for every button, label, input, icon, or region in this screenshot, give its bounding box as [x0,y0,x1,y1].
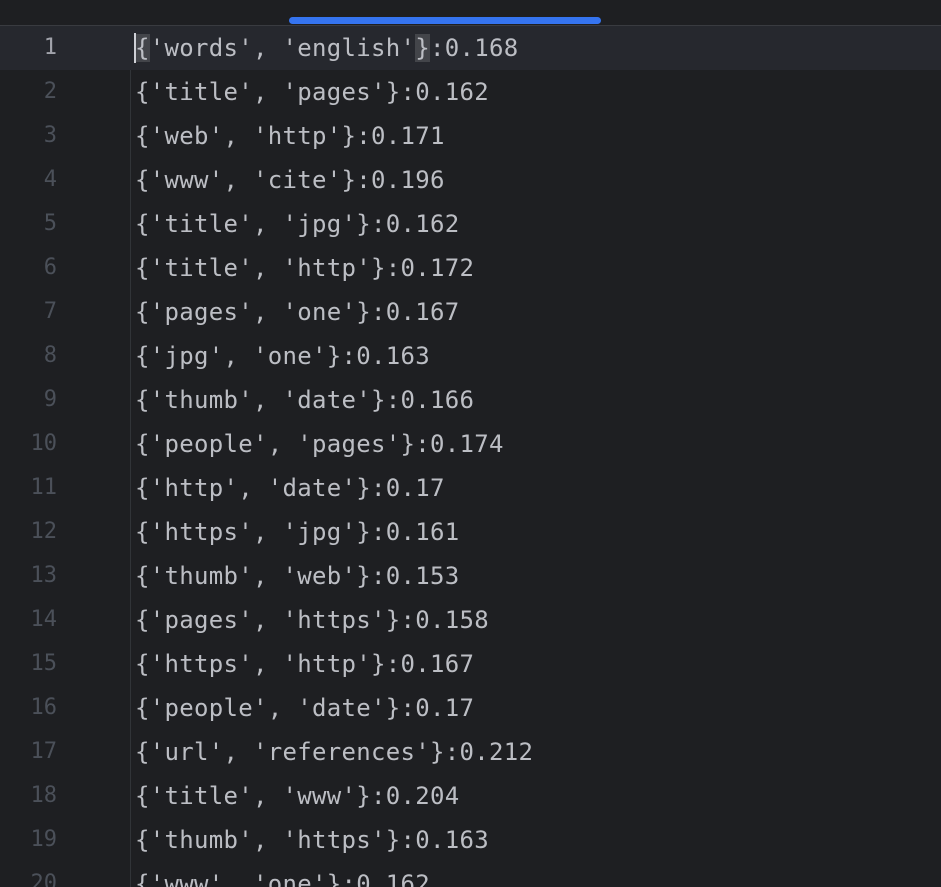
code-line-text[interactable]: {'title', 'www'}:0.204 [135,774,459,818]
code-line-text[interactable]: {'pages', 'one'}:0.167 [135,290,459,334]
line-number: 12 [30,519,58,544]
code-line[interactable]: 19 {'thumb', 'https'}:0.163 [0,818,941,862]
code-line-text[interactable]: {'people', 'date'}:0.17 [135,686,474,730]
code-line[interactable]: 9 {'thumb', 'date'}:0.166 [0,378,941,422]
code-line[interactable]: 5 {'title', 'jpg'}:0.162 [0,202,941,246]
active-tab-indicator[interactable] [289,17,601,24]
code-line[interactable]: 18 {'title', 'www'}:0.204 [0,774,941,818]
line-number: 19 [30,827,58,852]
code-line[interactable]: 12 {'https', 'jpg'}:0.161 [0,510,941,554]
code-line[interactable]: 11 {'http', 'date'}:0.17 [0,466,941,510]
code-line[interactable]: 15 {'https', 'http'}:0.167 [0,642,941,686]
code-editor[interactable]: 1 {'words', 'english'}:0.168 2 {'title', 'p… [0,0,941,887]
code-line-text[interactable]: {'pages', 'https'}:0.158 [135,598,489,642]
line-number: 11 [30,475,58,500]
code-line[interactable]: 16 {'people', 'date'}:0.17 [0,686,941,730]
line-number: 17 [30,739,58,764]
line-number: 9 [43,387,57,412]
line-number: 14 [30,607,58,632]
line-number: 13 [30,563,58,588]
code-line[interactable]: 2 {'title', 'pages'}:0.162 [0,70,941,114]
text-caret [134,33,136,63]
line-number: 5 [43,211,57,236]
code-line[interactable]: 1 {'words', 'english'}:0.168 [0,26,941,70]
code-line-text[interactable]: {'thumb', 'web'}:0.153 [135,554,459,598]
code-line[interactable]: 7 {'pages', 'one'}:0.167 [0,290,941,334]
code-line[interactable]: 10 {'people', 'pages'}:0.174 [0,422,941,466]
line-number: 8 [43,343,57,368]
code-line[interactable]: 14 {'pages', 'https'}:0.158 [0,598,941,642]
code-line-text[interactable]: {'web', 'http'}:0.171 [135,114,445,158]
code-line[interactable]: 13 {'thumb', 'web'}:0.153 [0,554,941,598]
code-line[interactable]: 20 {'www', 'one'}:0.162 [0,862,941,887]
code-line-text[interactable]: {'www', 'one'}:0.162 [135,862,430,887]
line-number: 18 [30,783,58,808]
code-line-text[interactable]: {'https', 'jpg'}:0.161 [135,510,459,554]
line-number: 10 [30,431,58,456]
code-line[interactable]: 4 {'www', 'cite'}:0.196 [0,158,941,202]
code-line-text[interactable]: {'title', 'jpg'}:0.162 [135,202,459,246]
line-number: 20 [30,871,58,887]
line-number: 3 [43,123,57,148]
code-line[interactable]: 3 {'web', 'http'}:0.171 [0,114,941,158]
code-line-text[interactable]: {'https', 'http'}:0.167 [135,642,474,686]
code-line-text[interactable]: {'thumb', 'https'}:0.163 [135,818,489,862]
line-number: 2 [43,79,57,104]
matched-brace: { [135,34,150,62]
code-line-text[interactable]: {'title', 'http'}:0.172 [135,246,474,290]
code-line-text[interactable]: {'www', 'cite'}:0.196 [135,158,445,202]
code-line-text[interactable]: {'title', 'pages'}:0.162 [135,70,489,114]
line-number: 7 [43,299,57,324]
code-line-text[interactable]: {'people', 'pages'}:0.174 [135,422,504,466]
code-line-text[interactable]: {'url', 'references'}:0.212 [135,730,533,774]
line-number: 15 [30,651,58,676]
matched-brace: } [415,34,430,62]
line-number: 1 [43,35,57,60]
code-line-text[interactable]: {'jpg', 'one'}:0.163 [135,334,430,378]
code-line[interactable]: 17 {'url', 'references'}:0.212 [0,730,941,774]
line-number: 6 [43,255,57,280]
code-line[interactable]: 8 {'jpg', 'one'}:0.163 [0,334,941,378]
line-number: 4 [43,167,57,192]
code-line-text[interactable]: {'thumb', 'date'}:0.166 [135,378,474,422]
code-line-text[interactable]: {'words', 'english'}:0.168 [135,26,519,70]
code-line-text[interactable]: {'http', 'date'}:0.17 [135,466,445,510]
code-area[interactable]: 1 {'words', 'english'}:0.168 2 {'title', 'p… [0,26,941,887]
editor-tab-strip [0,0,941,26]
line-number: 16 [30,695,58,720]
code-line[interactable]: 6 {'title', 'http'}:0.172 [0,246,941,290]
